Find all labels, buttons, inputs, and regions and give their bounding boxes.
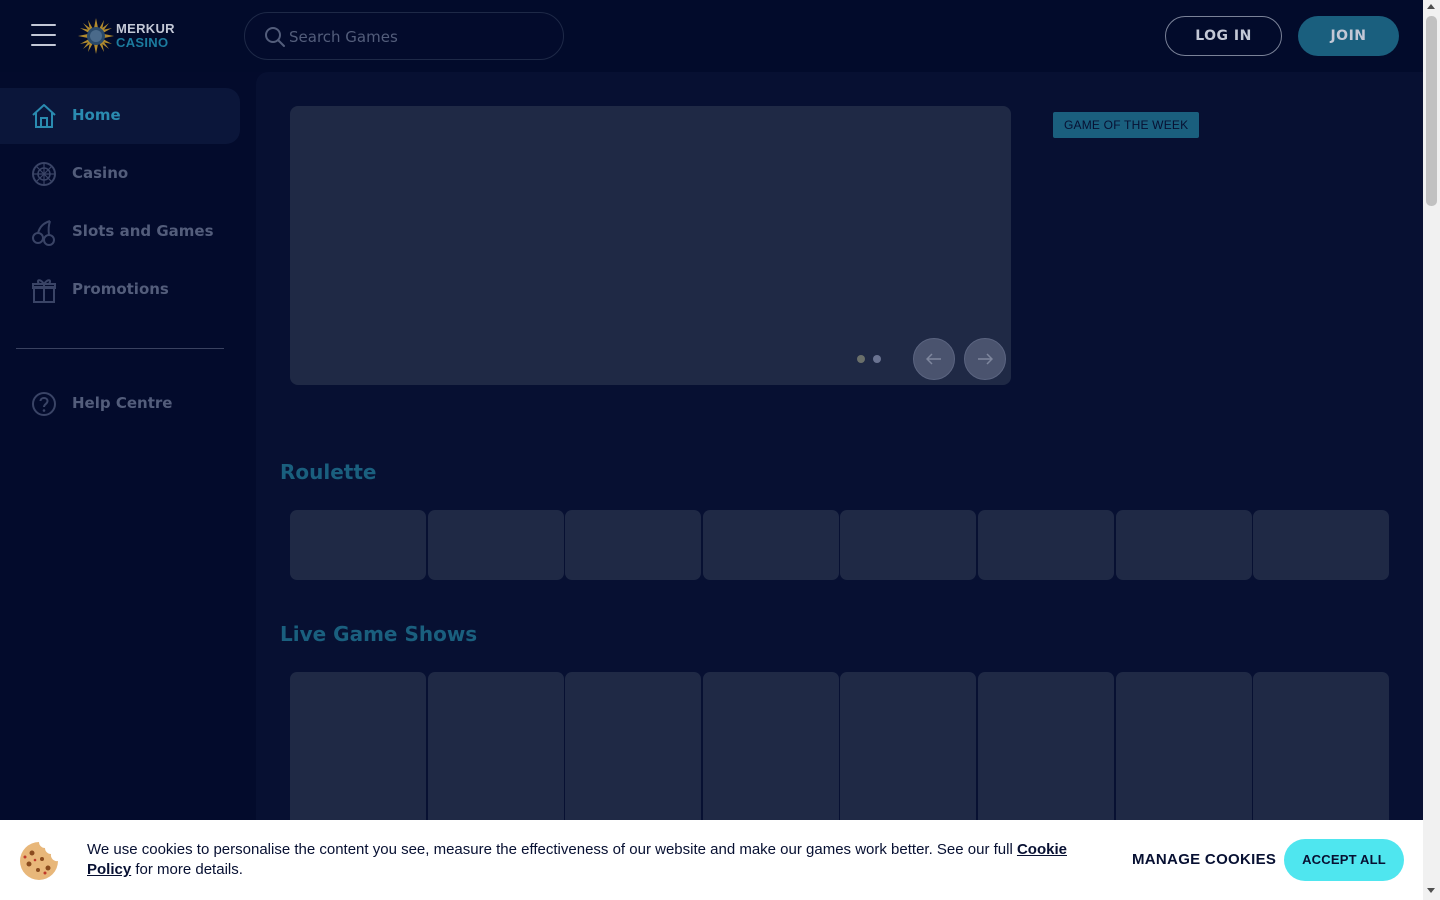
cherries-icon bbox=[32, 220, 55, 246]
cookie-text-end: for more details. bbox=[131, 861, 243, 878]
game-tile[interactable] bbox=[1115, 510, 1252, 580]
live-game-shows-row bbox=[290, 672, 1390, 832]
home-icon bbox=[32, 104, 56, 128]
carousel-dot-1[interactable] bbox=[857, 355, 865, 363]
game-tile[interactable] bbox=[1253, 672, 1390, 832]
logo[interactable]: MERKUR CASINO bbox=[78, 16, 178, 56]
sidebar-item-label: Home bbox=[72, 106, 121, 124]
logo-text: MERKUR CASINO bbox=[116, 22, 175, 50]
game-tile[interactable] bbox=[702, 672, 839, 832]
sidebar-item-slots-and-games[interactable]: Slots and Games bbox=[0, 204, 240, 260]
sidebar-item-label: Promotions bbox=[72, 280, 169, 298]
arrow-right-icon bbox=[978, 353, 994, 365]
game-tile[interactable] bbox=[427, 510, 564, 580]
game-tile[interactable] bbox=[977, 510, 1114, 580]
sidebar-item-home[interactable]: Home bbox=[0, 88, 240, 144]
merkur-sun-icon bbox=[78, 18, 114, 54]
sidebar-item-label: Slots and Games bbox=[72, 222, 214, 240]
accept-all-button[interactable]: ACCEPT ALL bbox=[1284, 839, 1404, 881]
carousel-next-button[interactable] bbox=[964, 338, 1006, 380]
game-tile[interactable] bbox=[840, 510, 977, 580]
hero-carousel[interactable] bbox=[290, 106, 1011, 385]
gift-icon bbox=[32, 279, 56, 303]
carousel-dot-2[interactable] bbox=[873, 355, 881, 363]
game-tile[interactable] bbox=[1253, 510, 1390, 580]
game-tile[interactable] bbox=[565, 672, 702, 832]
search-input[interactable] bbox=[289, 25, 549, 49]
search-icon bbox=[265, 27, 285, 47]
roulette-wheel-icon bbox=[32, 162, 56, 186]
logo-line-2: CASINO bbox=[116, 35, 169, 50]
game-tile[interactable] bbox=[290, 510, 426, 580]
scroll-down-arrow-icon[interactable] bbox=[1427, 888, 1435, 893]
game-tile[interactable] bbox=[1115, 672, 1252, 832]
page-scrollbar[interactable] bbox=[1423, 0, 1440, 900]
sidebar-item-label: Help Centre bbox=[72, 394, 173, 412]
scrollbar-thumb[interactable] bbox=[1426, 16, 1437, 206]
sidebar: Home Casino Slots and Games Promotions H… bbox=[0, 72, 256, 900]
logo-line-1: MERKUR bbox=[116, 21, 175, 36]
game-tile[interactable] bbox=[702, 510, 839, 580]
main-content: GAME OF THE WEEK Roulette Live Game Show… bbox=[256, 72, 1423, 900]
login-button[interactable]: LOG IN bbox=[1165, 16, 1282, 56]
game-of-the-week-badge: GAME OF THE WEEK bbox=[1053, 112, 1200, 138]
menu-icon[interactable] bbox=[31, 24, 56, 46]
sidebar-item-label: Casino bbox=[72, 164, 129, 182]
roulette-game-row bbox=[290, 510, 1390, 580]
cookie-icon bbox=[20, 842, 58, 880]
help-circle-icon bbox=[32, 392, 56, 416]
game-tile[interactable] bbox=[565, 510, 702, 580]
cookie-text: We use cookies to personalise the conten… bbox=[87, 841, 1017, 858]
search-box[interactable] bbox=[244, 12, 564, 60]
header: MERKUR CASINO LOG IN JOIN bbox=[0, 0, 1423, 72]
game-tile[interactable] bbox=[977, 672, 1114, 832]
sidebar-item-promotions[interactable]: Promotions bbox=[0, 262, 240, 318]
game-tile[interactable] bbox=[840, 672, 977, 832]
arrow-left-icon bbox=[925, 353, 941, 365]
carousel-prev-button[interactable] bbox=[913, 338, 955, 380]
cookie-banner: We use cookies to personalise the conten… bbox=[0, 820, 1423, 900]
game-tile[interactable] bbox=[427, 672, 564, 832]
section-title-live-game-shows[interactable]: Live Game Shows bbox=[280, 622, 477, 646]
sidebar-item-help-centre[interactable]: Help Centre bbox=[0, 376, 240, 432]
join-button[interactable]: JOIN bbox=[1298, 16, 1399, 56]
manage-cookies-button[interactable]: MANAGE COOKIES bbox=[1132, 851, 1276, 868]
game-tile[interactable] bbox=[290, 672, 426, 832]
cookie-message: We use cookies to personalise the conten… bbox=[87, 840, 1097, 880]
section-title-roulette[interactable]: Roulette bbox=[280, 460, 376, 484]
sidebar-item-casino[interactable]: Casino bbox=[0, 146, 240, 202]
scroll-up-arrow-icon[interactable] bbox=[1427, 4, 1435, 9]
sidebar-divider bbox=[16, 348, 224, 349]
